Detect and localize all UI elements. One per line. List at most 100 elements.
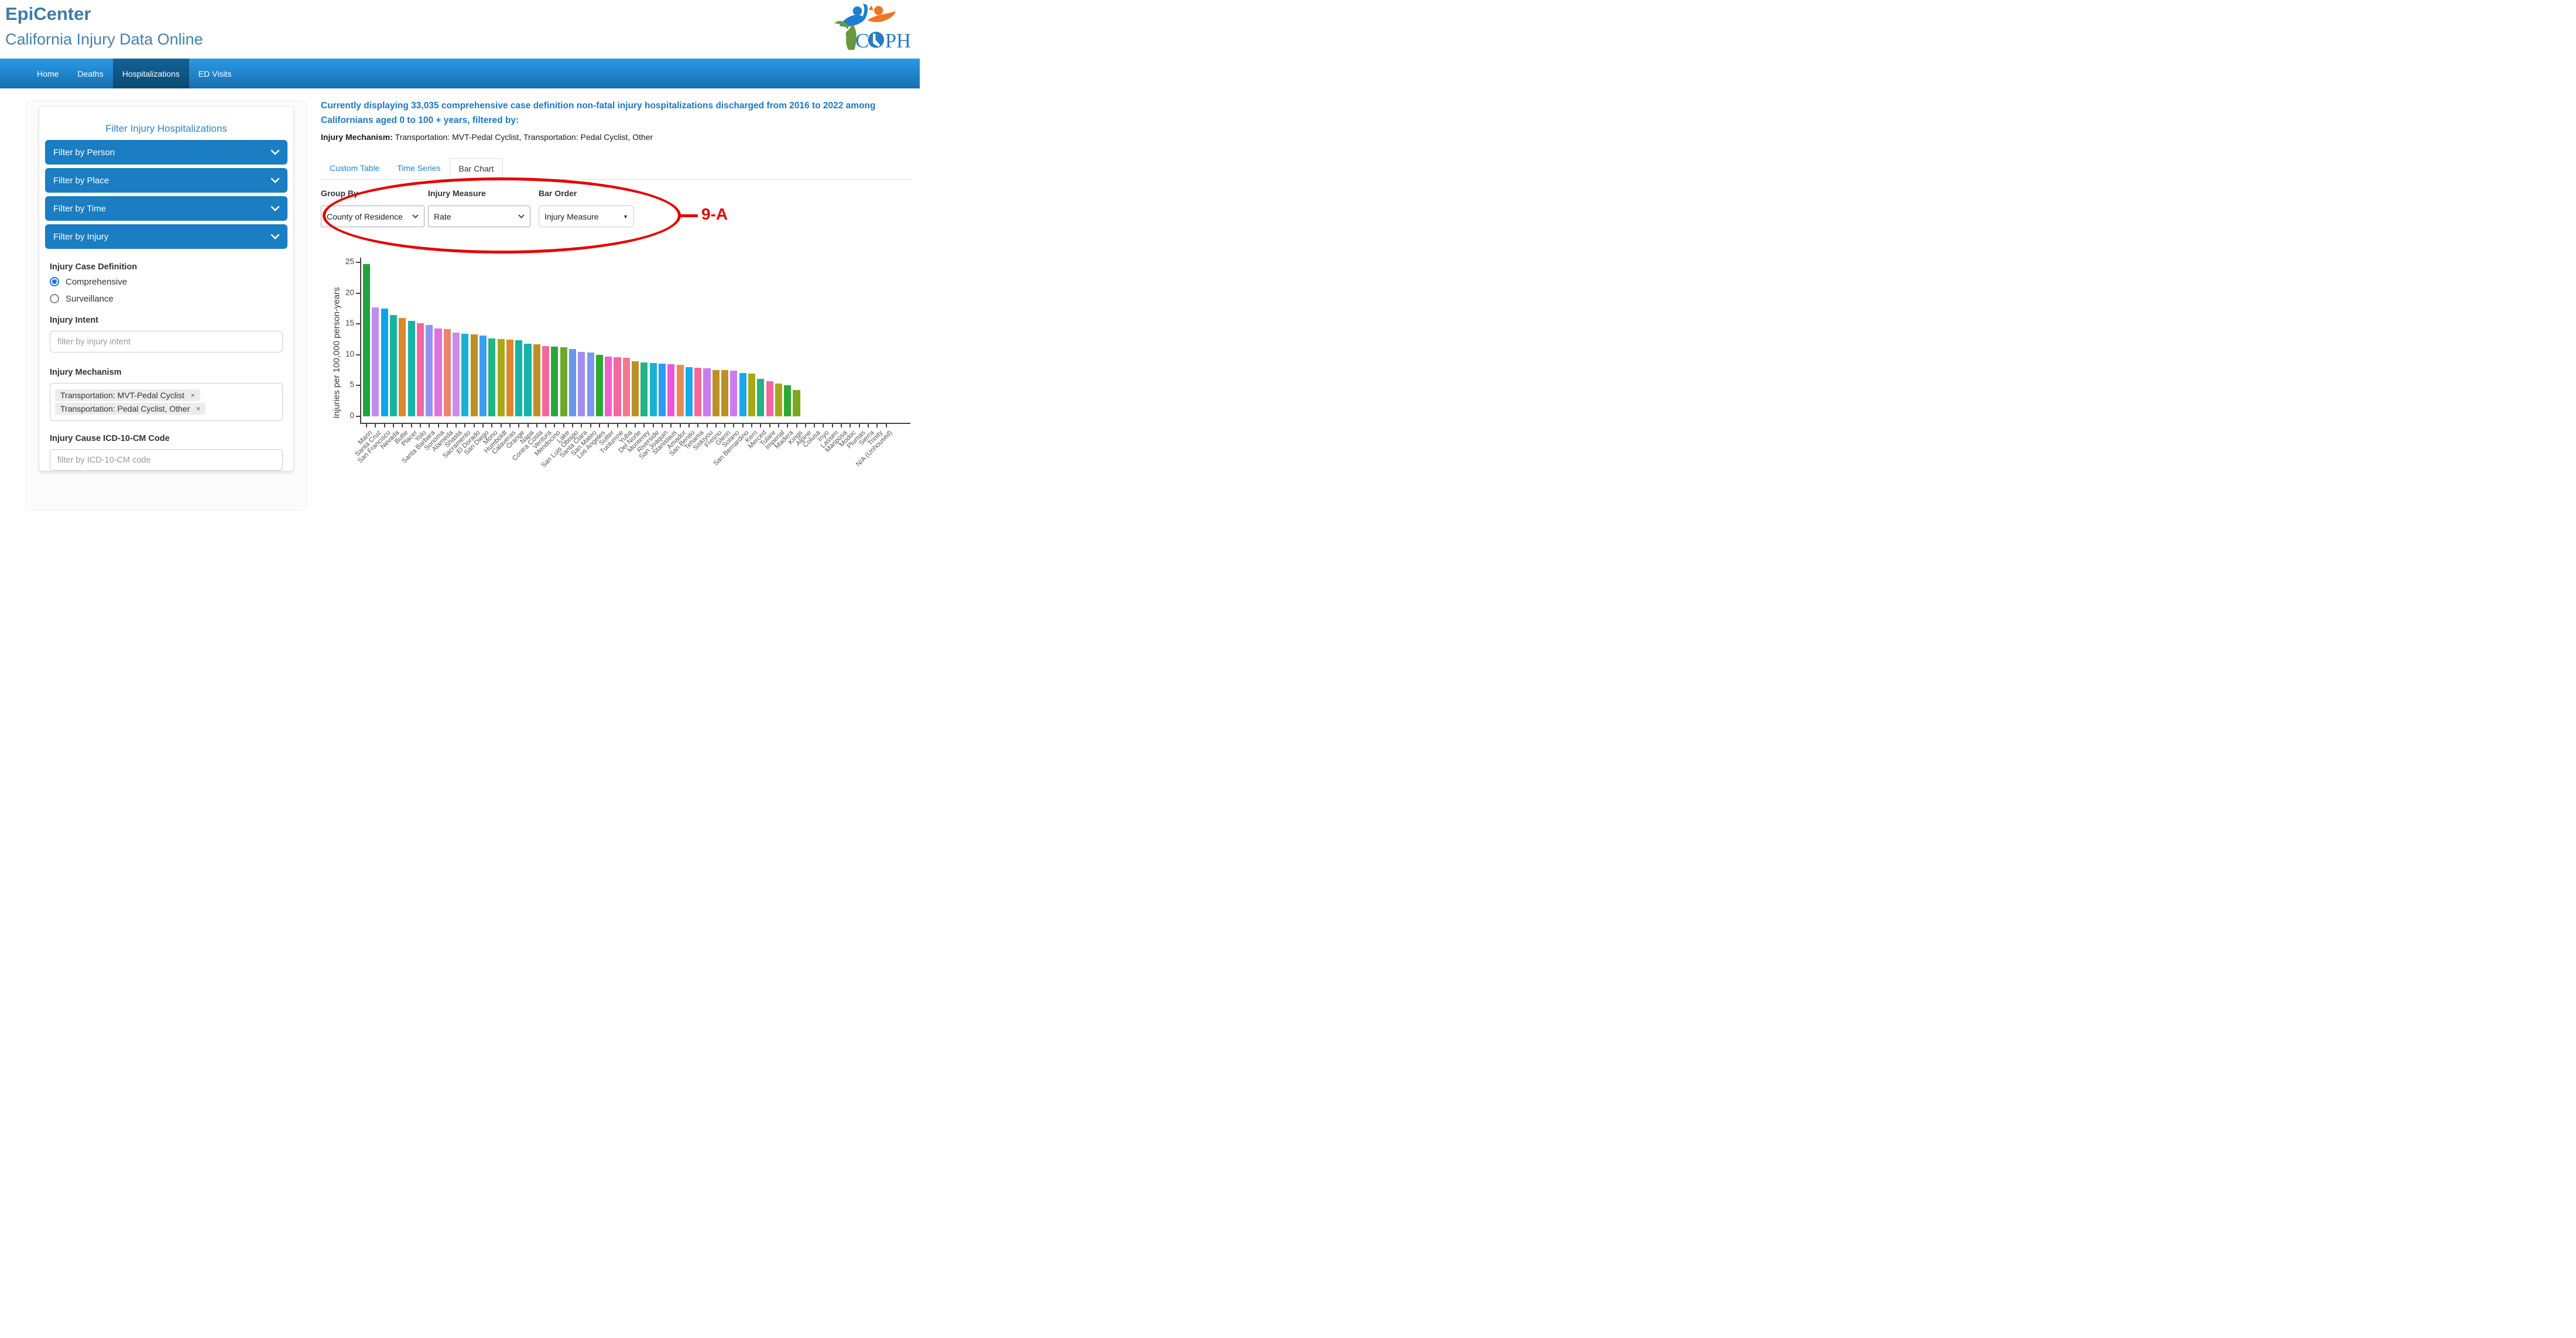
injury-intent-input[interactable]: [50, 331, 283, 353]
y-tick: [356, 323, 360, 325]
bar-glenn[interactable]: [721, 370, 729, 416]
bar-solano[interactable]: [730, 371, 738, 416]
radio-comprehensive[interactable]: Comprehensive: [50, 275, 283, 289]
bar-butte[interactable]: [399, 317, 406, 416]
y-tick-label: 25: [345, 257, 354, 266]
injury-measure-select[interactable]: Rate: [428, 206, 530, 227]
bar-san-joaquin[interactable]: [658, 363, 666, 416]
x-tick: [715, 424, 717, 427]
bar-kern[interactable]: [748, 374, 756, 416]
bar-san-diego[interactable]: [479, 336, 487, 416]
tab-custom-table[interactable]: Custom Table: [321, 158, 388, 179]
bar-nevada[interactable]: [389, 314, 398, 416]
nav-item-home[interactable]: Home: [28, 59, 68, 88]
bar-humboldt[interactable]: [497, 338, 505, 416]
bar-tuolumne[interactable]: [614, 357, 621, 416]
bar-mendocino[interactable]: [551, 347, 559, 416]
x-tick: [402, 424, 403, 427]
remove-tag-icon[interactable]: ×: [191, 391, 195, 399]
y-tick: [356, 385, 360, 386]
bar-lake[interactable]: [560, 347, 567, 416]
bar-siskiyou[interactable]: [703, 368, 711, 416]
bar-marin[interactable]: [363, 264, 371, 416]
x-tick: [831, 424, 833, 427]
dropdown-caret-icon: ▼: [623, 213, 628, 220]
x-tick: [527, 424, 529, 427]
tab-bar-chart[interactable]: Bar Chart: [449, 158, 503, 180]
bar-monterey[interactable]: [640, 362, 648, 416]
bar-san-bernardino[interactable]: [739, 373, 746, 416]
bar-santa-cruz[interactable]: [372, 307, 379, 416]
bar-shasta[interactable]: [453, 333, 460, 416]
accordion-filter-by-person[interactable]: Filter by Person: [45, 140, 287, 165]
bar-tehama[interactable]: [694, 367, 702, 416]
bar-placer[interactable]: [407, 321, 415, 416]
active-filter-name: Injury Mechanism:: [321, 132, 393, 142]
bar-sutter[interactable]: [605, 357, 612, 416]
nav-item-ed-visits[interactable]: ED Visits: [189, 59, 241, 88]
bar-order-label: Bar Order: [539, 189, 577, 198]
bar-riverside[interactable]: [649, 362, 657, 416]
bar-orange[interactable]: [515, 340, 523, 416]
bar-imperial[interactable]: [775, 384, 782, 416]
radio-button-icon[interactable]: [50, 277, 59, 286]
remove-tag-icon[interactable]: ×: [196, 405, 200, 413]
bar-stanislaus[interactable]: [667, 364, 675, 416]
bar-el-dorado[interactable]: [470, 334, 478, 416]
x-tick: [545, 424, 547, 427]
bar-san-mateo[interactable]: [587, 352, 594, 416]
bar-san-benito[interactable]: [685, 367, 693, 416]
x-tick: [867, 424, 869, 427]
chevron-down-icon: [271, 206, 279, 211]
x-tick: [688, 424, 690, 427]
y-tick: [356, 354, 360, 355]
x-tick: [742, 424, 744, 427]
radio-button-icon[interactable]: [50, 294, 59, 303]
bar-los-angeles[interactable]: [595, 354, 603, 416]
x-tick: [410, 424, 412, 427]
bar-order-select[interactable]: Injury Measure ▼: [539, 206, 634, 227]
bar-kings[interactable]: [793, 389, 800, 416]
injury-mechanism-multiselect[interactable]: Transportation: MVT-Pedal Cyclist × Tran…: [50, 383, 283, 421]
radio-surveillance[interactable]: Surveillance: [50, 292, 283, 306]
bar-chart: Injuries per 100,000 person-years 0 5 10 15…: [321, 252, 917, 478]
bar-santa-barbara[interactable]: [426, 325, 433, 416]
bar-fresno[interactable]: [712, 370, 720, 416]
bar-mono[interactable]: [488, 338, 496, 416]
accordion-filter-by-time[interactable]: Filter by Time: [45, 196, 287, 221]
nav-item-hospitalizations[interactable]: Hospitalizations: [112, 59, 189, 88]
bar-tulare[interactable]: [766, 381, 773, 416]
mechanism-tag: Transportation: Pedal Cyclist, Other ×: [55, 403, 206, 415]
bar-contra-costa[interactable]: [533, 344, 540, 416]
accordion-filter-by-injury[interactable]: Filter by Injury: [45, 224, 287, 249]
x-tick: [616, 424, 618, 427]
bar-napa[interactable]: [524, 343, 532, 416]
bar-sonoma[interactable]: [434, 328, 442, 416]
x-tick: [662, 424, 663, 427]
active-filters-line: Injury Mechanism: Transportation: MVT-Pe…: [321, 132, 653, 142]
accordion-filter-by-place[interactable]: Filter by Place: [45, 168, 287, 193]
bar-san-francisco[interactable]: [381, 309, 388, 416]
bar-del-norte[interactable]: [632, 361, 639, 416]
injury-filter-body: Injury Case Definition Comprehensive Sur…: [50, 254, 283, 471]
bar-santa-clara[interactable]: [578, 351, 585, 416]
bar-yuba[interactable]: [622, 358, 630, 416]
bar-madera[interactable]: [784, 385, 792, 416]
y-tick-label: 10: [345, 349, 354, 358]
tab-time-series[interactable]: Time Series: [388, 158, 449, 179]
group-by-select[interactable]: County of Residence: [321, 206, 424, 227]
icd-code-input[interactable]: [50, 449, 283, 471]
x-tick: [429, 424, 430, 427]
bar-alameda[interactable]: [443, 328, 451, 416]
bar-yolo[interactable]: [416, 323, 424, 416]
bar-ventura[interactable]: [542, 346, 550, 416]
bar-calaveras[interactable]: [506, 339, 513, 416]
bar-sacramento[interactable]: [461, 334, 469, 416]
x-tick: [670, 424, 672, 427]
bar-amador[interactable]: [676, 364, 684, 416]
x-tick: [643, 424, 645, 427]
bar-san-luis-obispo[interactable]: [568, 349, 577, 416]
nav-item-deaths[interactable]: Deaths: [68, 59, 112, 88]
x-tick: [554, 424, 556, 427]
bar-merced[interactable]: [757, 378, 765, 416]
